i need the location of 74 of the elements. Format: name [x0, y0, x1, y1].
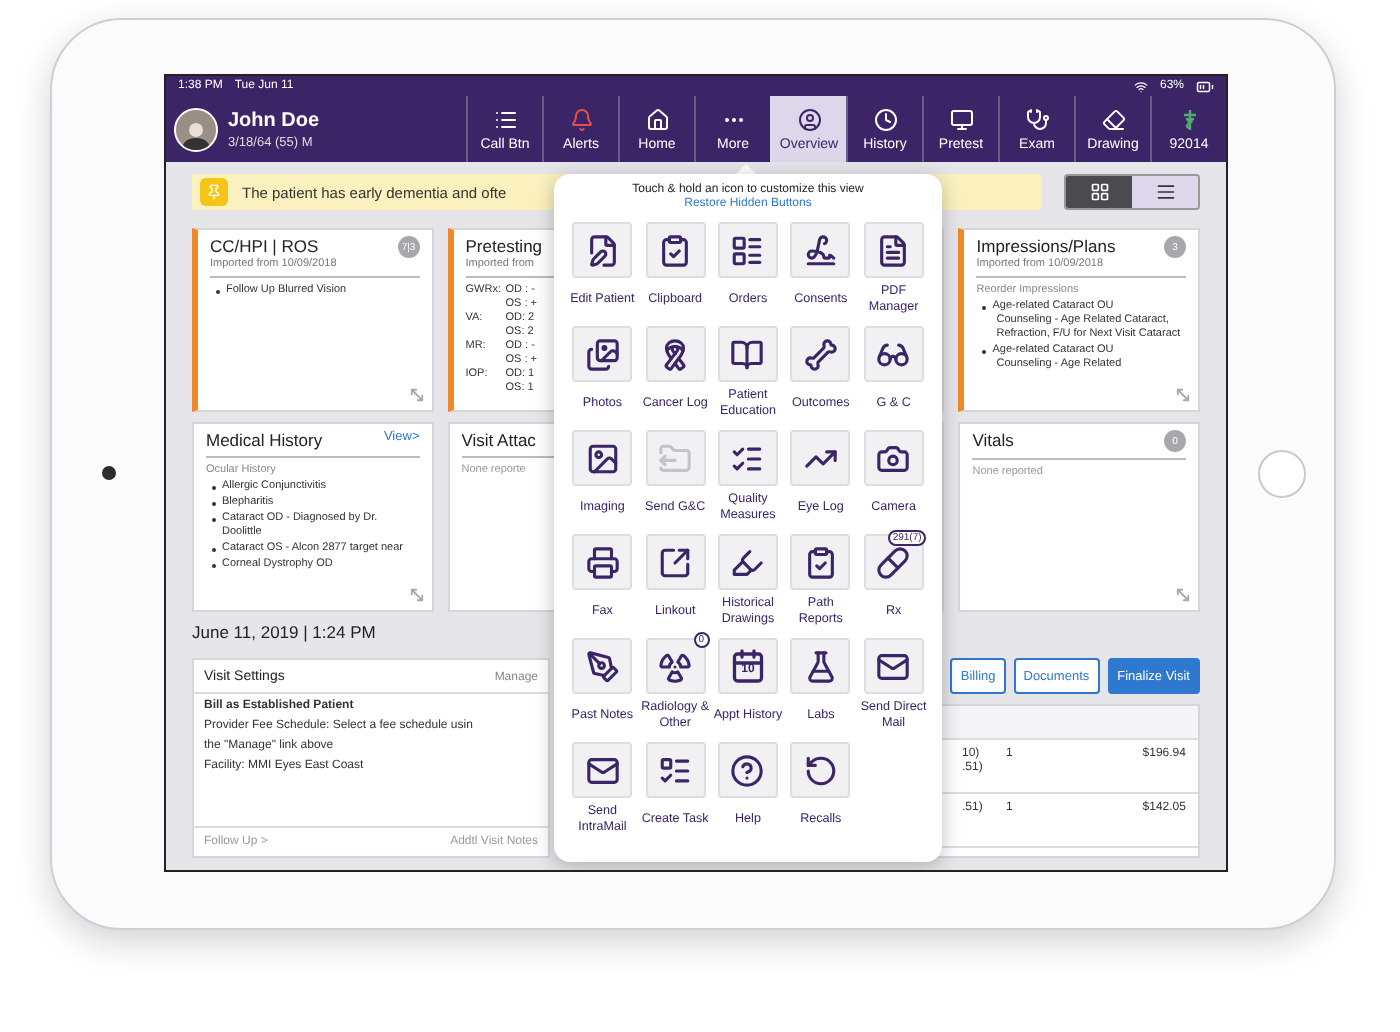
battery-icon	[1196, 77, 1214, 95]
shortcut-tile[interactable]	[790, 742, 851, 798]
list-layout-icon	[730, 233, 765, 267]
calendar-icon	[729, 648, 766, 684]
shortcut-tile[interactable]	[645, 742, 706, 798]
clipboard-icon	[803, 545, 838, 579]
camera-icon	[876, 441, 911, 475]
flask-icon	[803, 649, 838, 683]
clock-icon	[873, 107, 897, 131]
patient-name: John Doe	[228, 109, 320, 131]
shortcut-tile[interactable]	[790, 430, 851, 486]
external-link-icon	[658, 545, 693, 579]
grid-icon	[1089, 182, 1109, 202]
folder-icon	[658, 441, 693, 475]
shortcut-tile[interactable]	[645, 326, 706, 382]
card-title: Vitals	[972, 430, 1014, 450]
help-icon	[730, 753, 765, 787]
shortcut-tile[interactable]	[790, 534, 851, 590]
pin-icon	[206, 184, 222, 200]
refresh-icon	[803, 753, 838, 787]
person-silhouette-icon	[180, 117, 212, 149]
pen-nib-icon	[585, 649, 620, 683]
shortcut-tile[interactable]	[572, 430, 633, 486]
shortcut-tile[interactable]	[790, 222, 851, 278]
bone-icon	[803, 337, 838, 371]
shortcut-tile[interactable]	[572, 326, 633, 382]
printer-icon	[585, 545, 620, 579]
home-icon	[645, 107, 669, 131]
monitor-icon	[949, 107, 973, 131]
file-pen-icon	[585, 233, 620, 267]
wifi-icon	[1133, 79, 1148, 93]
shortcut-tile[interactable]	[863, 326, 924, 382]
card-title: Medical History	[206, 430, 323, 450]
highlighter-icon	[730, 545, 765, 579]
card-title: Pretesting	[465, 236, 543, 256]
shortcut-tile[interactable]	[572, 638, 633, 694]
shortcut-tile[interactable]	[572, 222, 633, 278]
list-icon	[1155, 182, 1175, 202]
shortcut-tile[interactable]	[863, 638, 924, 694]
list-view-button[interactable]	[1132, 176, 1198, 208]
shortcut-tile[interactable]	[790, 638, 851, 694]
photos-icon	[585, 337, 620, 371]
shortcut-tile[interactable]	[863, 222, 924, 278]
shortcut-tile[interactable]	[717, 534, 778, 590]
shortcut-tile[interactable]	[717, 430, 778, 486]
task-list-icon	[658, 753, 693, 787]
card-title: Visit Attac	[461, 430, 536, 450]
stethoscope-icon	[1025, 107, 1049, 131]
shortcut-tile[interactable]	[572, 534, 633, 590]
radiation-icon	[658, 649, 693, 683]
shortcut-tile[interactable]	[790, 326, 851, 382]
document-icon	[876, 233, 911, 267]
visit-date: June 11, 2019 | 1:24 PM	[192, 622, 376, 646]
checklist-icon	[730, 441, 765, 475]
clipboard-icon	[658, 233, 693, 267]
image-icon	[585, 441, 620, 475]
shortcut-tile[interactable]	[572, 742, 633, 798]
eraser-icon	[1101, 107, 1125, 131]
grid-view-button[interactable]	[1066, 176, 1132, 208]
book-icon	[730, 337, 765, 371]
shortcut-tile[interactable]	[863, 430, 924, 486]
mail-icon	[876, 649, 911, 683]
card-title: CC/HPI | ROS	[210, 236, 321, 256]
shortcut-tile[interactable]	[717, 222, 778, 278]
shortcut-tile[interactable]	[717, 326, 778, 382]
mail-icon	[585, 753, 620, 787]
pill-icon	[876, 545, 911, 579]
shortcut-tile[interactable]	[645, 222, 706, 278]
card-title: Impressions/Plans	[976, 236, 1116, 256]
shortcut-tile[interactable]	[645, 534, 706, 590]
user-icon	[797, 107, 821, 131]
camera-dot	[101, 466, 115, 480]
signature-icon	[803, 233, 838, 267]
shortcut-tile[interactable]	[717, 742, 778, 798]
